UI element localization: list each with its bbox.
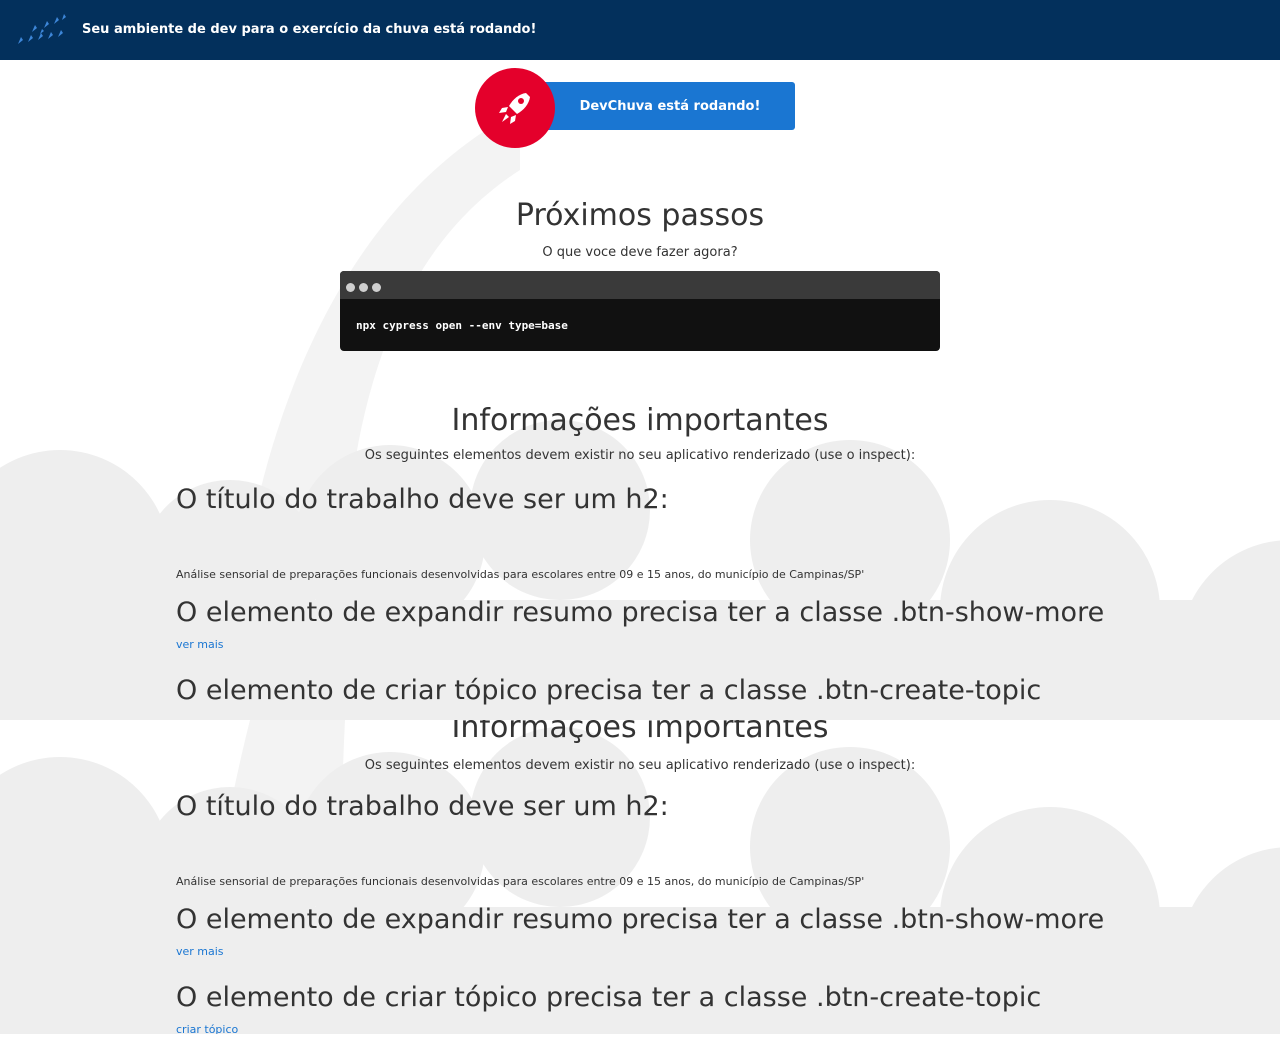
- info-subtitle-repeat: Os seguintes elementos devem existir no …: [364, 758, 916, 773]
- show-more-title-repeat: O elemento de expandir resumo precisa te…: [176, 904, 1105, 935]
- next-steps-title: Próximos passos: [515, 198, 765, 233]
- h2-requirement: O título do trabalho deve ser um h2:: [176, 484, 1176, 515]
- show-more-requirement-repeat: O elemento de expandir resumo precisa te…: [176, 904, 1176, 958]
- create-topic-requirement-repeat: O elemento de criar tópico precisa ter a…: [176, 982, 1176, 1034]
- top-header: Seu ambiente de dev para o exercício da …: [0, 0, 1280, 60]
- terminal-window: npx cypress open --env type=base: [340, 271, 940, 351]
- next-steps-subtitle: O que voce deve fazer agora?: [542, 245, 738, 260]
- header-title: Seu ambiente de dev para o exercício da …: [82, 22, 537, 37]
- show-more-requirement: O elemento de expandir resumo precisa te…: [176, 597, 1176, 651]
- work-title-text-repeat: Análise sensorial de preparações funcion…: [176, 875, 865, 888]
- window-dot-icon: [359, 283, 368, 292]
- h2-requirement-repeat: O título do trabalho deve ser um h2:: [176, 791, 1176, 822]
- window-dot-icon: [346, 283, 355, 292]
- info-title-clip: Informações importantes: [0, 720, 1280, 748]
- h2-requirement-title-repeat: O título do trabalho deve ser um h2:: [176, 791, 669, 822]
- status-button[interactable]: DevChuva está rodando!: [515, 82, 795, 130]
- work-title-text: Análise sensorial de preparações funcion…: [176, 568, 865, 581]
- terminal-command: npx cypress open --env type=base: [356, 319, 568, 332]
- window-dot-icon: [372, 283, 381, 292]
- show-more-link[interactable]: ver mais: [176, 638, 1176, 651]
- info-section: Informações importantes Os seguintes ele…: [0, 403, 1280, 463]
- h2-requirement-title: O título do trabalho deve ser um h2:: [176, 484, 669, 515]
- info-subtitle: Os seguintes elementos devem existir no …: [364, 448, 916, 463]
- show-more-title: O elemento de expandir resumo precisa te…: [176, 597, 1105, 628]
- work-title-repeat: Análise sensorial de preparações funcion…: [176, 875, 1176, 888]
- info-title-repeat: Informações importantes: [451, 720, 829, 745]
- terminal-titlebar: [340, 271, 940, 299]
- rocket-icon: [475, 68, 555, 148]
- status-badge: DevChuva está rodando!: [475, 68, 795, 148]
- create-topic-title: O elemento de criar tópico precisa ter a…: [176, 675, 1042, 706]
- info-title: Informações importantes: [451, 403, 829, 438]
- next-steps-section: Próximos passos O que voce deve fazer ag…: [0, 198, 1280, 260]
- rain-drops-icon: [14, 12, 68, 48]
- show-more-link-repeat[interactable]: ver mais: [176, 945, 1176, 958]
- create-topic-title-repeat: O elemento de criar tópico precisa ter a…: [176, 982, 1042, 1013]
- work-title: Análise sensorial de preparações funcion…: [176, 568, 1176, 581]
- create-topic-link[interactable]: criar tópico: [176, 1023, 1176, 1034]
